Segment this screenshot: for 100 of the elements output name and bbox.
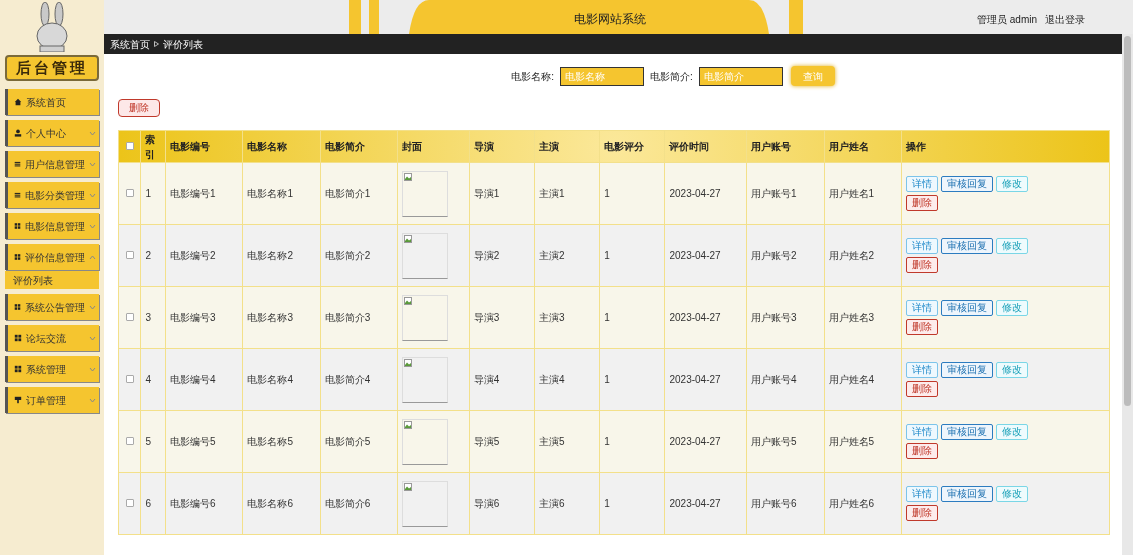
action-button[interactable]: 删除 [906, 443, 938, 459]
table-cell: 2023-04-27 [669, 436, 721, 447]
home-icon [14, 98, 22, 106]
table-cell: 电影简介5 [324, 436, 371, 447]
table-cell: 电影编号6 [169, 498, 216, 509]
action-button[interactable]: 修改 [996, 486, 1028, 502]
table-cell: 用户姓名6 [828, 498, 875, 509]
table-cell: 电影编号1 [169, 188, 216, 199]
action-button[interactable]: 详情 [906, 238, 938, 254]
checkbox[interactable] [125, 251, 134, 259]
action-button[interactable]: 审核回复 [941, 486, 993, 502]
action-button[interactable]: 审核回复 [941, 238, 993, 254]
table-cell: 用户账号5 [751, 436, 797, 447]
table-cell: 主演6 [538, 498, 565, 509]
table-cell: 电影名称3 [247, 312, 293, 323]
action-button[interactable]: 修改 [996, 176, 1028, 192]
table-cell: 2 [145, 250, 151, 261]
action-button[interactable]: 删除 [906, 319, 938, 335]
column-header: 操作 [906, 141, 926, 152]
menu-item[interactable]: 系统公告管理 [5, 294, 99, 320]
checkbox[interactable] [125, 437, 134, 445]
table-cell: 电影简介4 [324, 374, 371, 385]
broken-image-icon [404, 172, 413, 181]
breadcrumb-current: 评价列表 [163, 37, 203, 52]
table-cell: 1 [604, 374, 610, 385]
column-header: 电影编号 [169, 141, 210, 152]
checkbox[interactable] [125, 189, 134, 197]
grid-icon [14, 222, 21, 230]
table-cell: 电影简介6 [324, 498, 371, 509]
table-cell: 电影名称2 [247, 250, 293, 261]
table-cell: 用户账号1 [751, 188, 797, 199]
menu-item[interactable]: 系统首页 [5, 89, 99, 115]
column-header: 主演 [538, 141, 559, 152]
table-cell: 电影名称4 [247, 374, 293, 385]
list-icon [14, 191, 21, 199]
action-button[interactable]: 修改 [996, 424, 1028, 440]
checkbox[interactable] [125, 375, 134, 383]
table-cell: 2023-04-27 [669, 312, 721, 323]
menu-item[interactable]: 论坛交流 [5, 325, 99, 351]
table-cell: 2023-04-27 [669, 374, 721, 385]
action-button[interactable]: 详情 [906, 424, 938, 440]
table-cell: 3 [145, 312, 151, 323]
action-button[interactable]: 详情 [906, 176, 938, 192]
user-icon [14, 129, 22, 137]
table-cell: 1 [604, 250, 610, 261]
table-cell: 1 [604, 312, 610, 323]
submenu-item[interactable]: 评价列表 [5, 271, 99, 289]
action-button[interactable]: 详情 [906, 486, 938, 502]
column-header: 电影简介 [324, 141, 365, 152]
chevron-down-icon [89, 366, 96, 372]
search-field[interactable]: 电影名称 [560, 66, 644, 86]
menu-item[interactable]: 评价信息管理 [5, 244, 99, 270]
table-cell: 导演3 [473, 312, 500, 323]
menu-item[interactable]: 电影信息管理 [5, 213, 99, 239]
table-cell: 电影编号5 [169, 436, 216, 447]
separator-icon [154, 41, 159, 47]
column-header: 电影评分 [604, 141, 645, 152]
table-cell: 用户账号4 [751, 374, 797, 385]
table-cell: 电影简介2 [324, 250, 371, 261]
sidebar-title: 后台管理 [5, 55, 99, 81]
action-button[interactable]: 修改 [996, 362, 1028, 378]
action-button[interactable]: 审核回复 [941, 424, 993, 440]
system-title: 电影网站系统 [574, 11, 646, 28]
checkbox[interactable] [125, 142, 134, 150]
menu-item[interactable]: 用户信息管理 [5, 151, 99, 177]
chevron-down-icon [89, 161, 96, 167]
delete-button[interactable]: 删除 [118, 98, 160, 117]
action-button[interactable]: 审核回复 [941, 300, 993, 316]
column-header: 索引 [145, 133, 156, 160]
table-cell: 电影名称6 [247, 498, 293, 509]
action-button[interactable]: 删除 [906, 195, 938, 211]
action-button[interactable]: 修改 [996, 300, 1028, 316]
action-button[interactable]: 详情 [906, 300, 938, 316]
menu-item[interactable]: 个人中心 [5, 120, 99, 146]
action-button[interactable]: 审核回复 [941, 176, 993, 192]
checkbox[interactable] [125, 313, 134, 321]
table-cell: 导演5 [473, 436, 500, 447]
action-button[interactable]: 删除 [906, 381, 938, 397]
action-button[interactable]: 删除 [906, 505, 938, 521]
action-button[interactable]: 审核回复 [941, 362, 993, 378]
chevron-down-icon [89, 192, 96, 198]
menu-item[interactable]: 电影分类管理 [5, 182, 99, 208]
chevron-down-icon [89, 335, 96, 341]
breadcrumb-link[interactable]: 系统首页 [110, 36, 150, 52]
column-header: 用户姓名 [828, 141, 869, 152]
menu-item[interactable]: 订单管理 [5, 387, 99, 413]
search-field[interactable]: 电影简介 [698, 66, 783, 86]
action-button[interactable]: 详情 [906, 362, 938, 378]
logout-link[interactable]: 退出登录 [1045, 12, 1085, 27]
chevron-up-icon [89, 254, 96, 260]
action-button[interactable]: 修改 [996, 238, 1028, 254]
table-cell: 电影名称1 [247, 188, 293, 199]
menu-item[interactable]: 系统管理 [5, 356, 99, 382]
chevron-down-icon [89, 397, 96, 403]
table-cell: 电影名称5 [247, 436, 293, 447]
action-button[interactable]: 删除 [906, 257, 938, 273]
checkbox[interactable] [125, 499, 134, 507]
table-cell: 1 [604, 498, 610, 509]
table-cell: 主演2 [538, 250, 565, 261]
column-header: 封面 [402, 141, 423, 152]
